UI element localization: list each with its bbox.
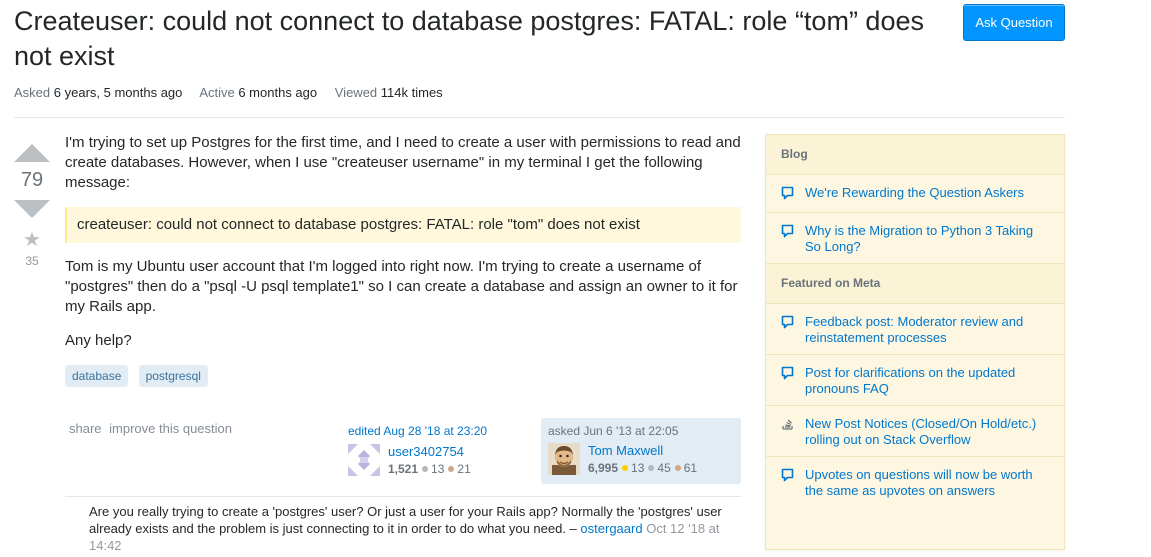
owner-rep-score: 6,995: [588, 461, 619, 475]
editor-reputation: 1,521 13 21: [388, 460, 471, 478]
editor-silver-count: 13: [431, 462, 445, 476]
comments-divider: [65, 496, 741, 497]
editor-name[interactable]: user3402754: [388, 444, 471, 460]
editor-rep-score: 1,521: [388, 462, 419, 476]
tag-database[interactable]: database: [65, 365, 129, 387]
asked-timestamp[interactable]: asked Jun 6 '13 at 22:05: [548, 424, 678, 438]
blog-header: Blog: [766, 135, 1064, 175]
sidebar-meta-item[interactable]: Feedback post: Moderator review and rein…: [766, 304, 1064, 355]
vote-count: 79: [20, 169, 44, 191]
sidebar-blog-link[interactable]: We're Rewarding the Question Askers: [805, 185, 1024, 204]
speech-bubble-icon: [781, 467, 795, 499]
body-paragraph: Tom is my Ubuntu user account that I'm l…: [65, 258, 738, 315]
featured-meta-header: Featured on Meta: [766, 264, 1064, 304]
active-label: Active: [199, 85, 235, 100]
owner-bronze-count: 61: [683, 461, 698, 475]
sidebar-meta-link[interactable]: Upvotes on questions will now be worth t…: [805, 467, 1049, 499]
post-menu: share improve this question: [69, 421, 232, 436]
editor-signature: edited Aug 28 '18 at 23:20 user3402754 1…: [348, 424, 528, 478]
owner-silver-count: 45: [657, 461, 671, 475]
speech-bubble-icon: [781, 223, 795, 255]
editor-bronze-count: 21: [457, 462, 471, 476]
active-value[interactable]: 6 months ago: [238, 85, 317, 100]
sidebar-meta-link[interactable]: Post for clarifications on the updated p…: [805, 365, 1049, 397]
editor-avatar[interactable]: [348, 444, 380, 476]
sidebar-meta-link[interactable]: Feedback post: Moderator review and rein…: [805, 314, 1049, 346]
tag-list: database postgresql: [65, 365, 741, 387]
stack-icon: [781, 416, 795, 448]
owner-gold-count: 13: [631, 461, 645, 475]
tag-postgresql[interactable]: postgresql: [138, 365, 208, 387]
sidebar-meta-item[interactable]: Post for clarifications on the updated p…: [766, 355, 1064, 406]
speech-bubble-icon: [781, 314, 795, 346]
viewed-value: 114k times: [380, 85, 443, 100]
sidebar-blog-link[interactable]: Why is the Migration to Python 3 Taking …: [805, 223, 1049, 255]
error-blockquote: createuser: could not connect to databas…: [65, 207, 741, 243]
sidebar-widget: Blog We're Rewarding the Question Askers…: [765, 134, 1065, 550]
vote-cell: 79 ★ 35: [14, 140, 50, 268]
viewed-label: Viewed: [334, 85, 378, 100]
question-body: I'm trying to set up Postgres for the fi…: [65, 133, 741, 387]
sidebar-blog-item[interactable]: Why is the Migration to Python 3 Taking …: [766, 213, 1064, 264]
body-paragraph: I'm trying to set up Postgres for the fi…: [65, 134, 741, 191]
owner-avatar[interactable]: [548, 443, 580, 475]
owner-reputation: 6,995 13 45 61: [588, 459, 697, 477]
asked-label: Asked: [14, 85, 51, 100]
gold-badge-icon: [622, 465, 629, 471]
speech-bubble-icon: [781, 185, 795, 204]
comment-user[interactable]: ostergaard: [580, 521, 642, 536]
silver-badge-icon: [422, 466, 429, 472]
edited-timestamp-link[interactable]: edited Aug 28 '18 at 23:20: [348, 424, 487, 438]
silver-badge-icon: [648, 465, 655, 471]
sidebar-meta-item[interactable]: New Post Notices (Closed/On Hold/etc.) r…: [766, 406, 1064, 457]
header-divider: [14, 117, 1065, 118]
body-paragraph: Any help?: [65, 332, 132, 349]
owner-signature: asked Jun 6 '13 at 22:05 Tom Maxwell 6,9…: [541, 418, 741, 484]
downvote-arrow-icon[interactable]: [14, 200, 50, 218]
sidebar-meta-item[interactable]: Upvotes on questions will now be worth t…: [766, 457, 1064, 507]
improve-question-link[interactable]: improve this question: [109, 421, 232, 436]
bronze-badge-icon: [674, 465, 681, 471]
favorite-count: 35: [25, 254, 39, 268]
question-title[interactable]: Createuser: could not connect to databas…: [14, 4, 944, 74]
speech-bubble-icon: [781, 365, 795, 397]
share-link[interactable]: share: [69, 421, 102, 436]
sidebar-blog-item[interactable]: We're Rewarding the Question Askers: [766, 175, 1064, 213]
favorite-star-icon[interactable]: ★: [14, 230, 50, 250]
owner-name[interactable]: Tom Maxwell: [588, 443, 697, 459]
comment: Are you really trying to create a 'postg…: [89, 503, 733, 554]
sidebar-meta-link[interactable]: New Post Notices (Closed/On Hold/etc.) r…: [805, 416, 1049, 448]
upvote-arrow-icon[interactable]: [14, 144, 50, 162]
bronze-badge-icon: [448, 466, 455, 472]
question-meta: Asked 6 years, 5 months ago Active 6 mon…: [14, 85, 457, 100]
asked-value: 6 years, 5 months ago: [53, 85, 183, 100]
ask-question-button[interactable]: Ask Question: [963, 4, 1065, 41]
